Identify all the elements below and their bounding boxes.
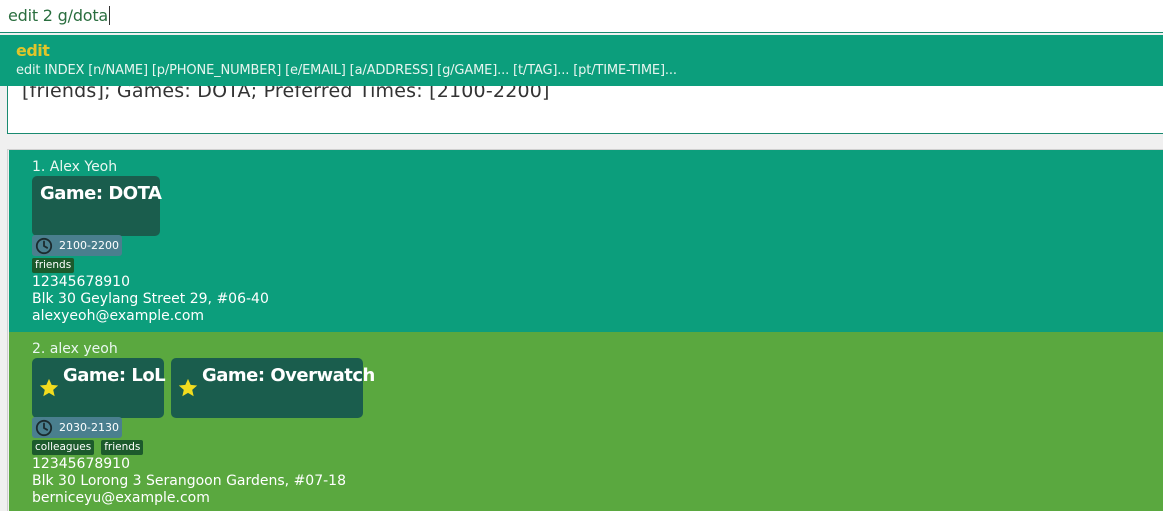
person-phone: 12345678910 [32,274,130,290]
game-list: Game: LoL Game: Overwatch [32,358,375,418]
game-badge: Game: LoL [32,358,166,418]
suggestion-usage: edit INDEX [n/NAME] [p/PHONE_NUMBER] [e/… [16,63,677,78]
preferred-time: 2030-2130 [59,421,119,434]
clock-icon [35,419,53,436]
text-caret [109,6,111,25]
tag: friends [32,258,75,273]
game-badge: Game: Overwatch [171,358,375,418]
tag: friends [101,440,144,455]
person-address: Blk 30 Geylang Street 29, #06-40 [32,291,269,307]
game-label: Game: Overwatch [202,365,375,386]
person-address: Blk 30 Lorong 3 Serangoon Gardens, #07-1… [32,473,346,489]
tag-list: colleagues friends [32,440,144,455]
preferred-time-badge: 2100-2200 [32,235,122,256]
command-suggestion-popup[interactable]: edit edit INDEX [n/NAME] [p/PHONE_NUMBER… [0,35,1163,86]
person-card-selected[interactable]: 2. alex yeoh Game: LoL Game: Overwatch 2… [9,332,1163,511]
preferred-time: 2100-2200 [59,239,119,252]
person-index-name: 2. alex yeoh [32,341,118,357]
command-input[interactable]: edit 2 g/dota [8,6,111,25]
preferred-time-badge: 2030-2130 [32,417,122,438]
person-phone: 12345678910 [32,456,130,472]
command-box[interactable]: edit 2 g/dota [0,0,1163,33]
star-icon [39,378,59,397]
game-label: Game: DOTA [40,183,162,204]
person-email: berniceyu@example.com [32,490,210,506]
clock-icon [35,237,53,254]
game-label: Game: LoL [63,365,166,386]
person-list[interactable]: 1. Alex Yeoh Game: DOTA 2100-2200 friend… [7,149,1163,511]
star-icon [178,378,198,397]
game-badge: Game: DOTA [32,176,162,236]
tag-list: friends [32,258,75,273]
person-email: alexyeoh@example.com [32,308,205,324]
game-list: Game: DOTA [32,176,162,236]
suggestion-command-name[interactable]: edit [16,41,50,60]
person-index-name: 1. Alex Yeoh [32,159,118,175]
tag: colleagues [32,440,95,455]
person-card[interactable]: 1. Alex Yeoh Game: DOTA 2100-2200 friend… [9,150,1163,332]
